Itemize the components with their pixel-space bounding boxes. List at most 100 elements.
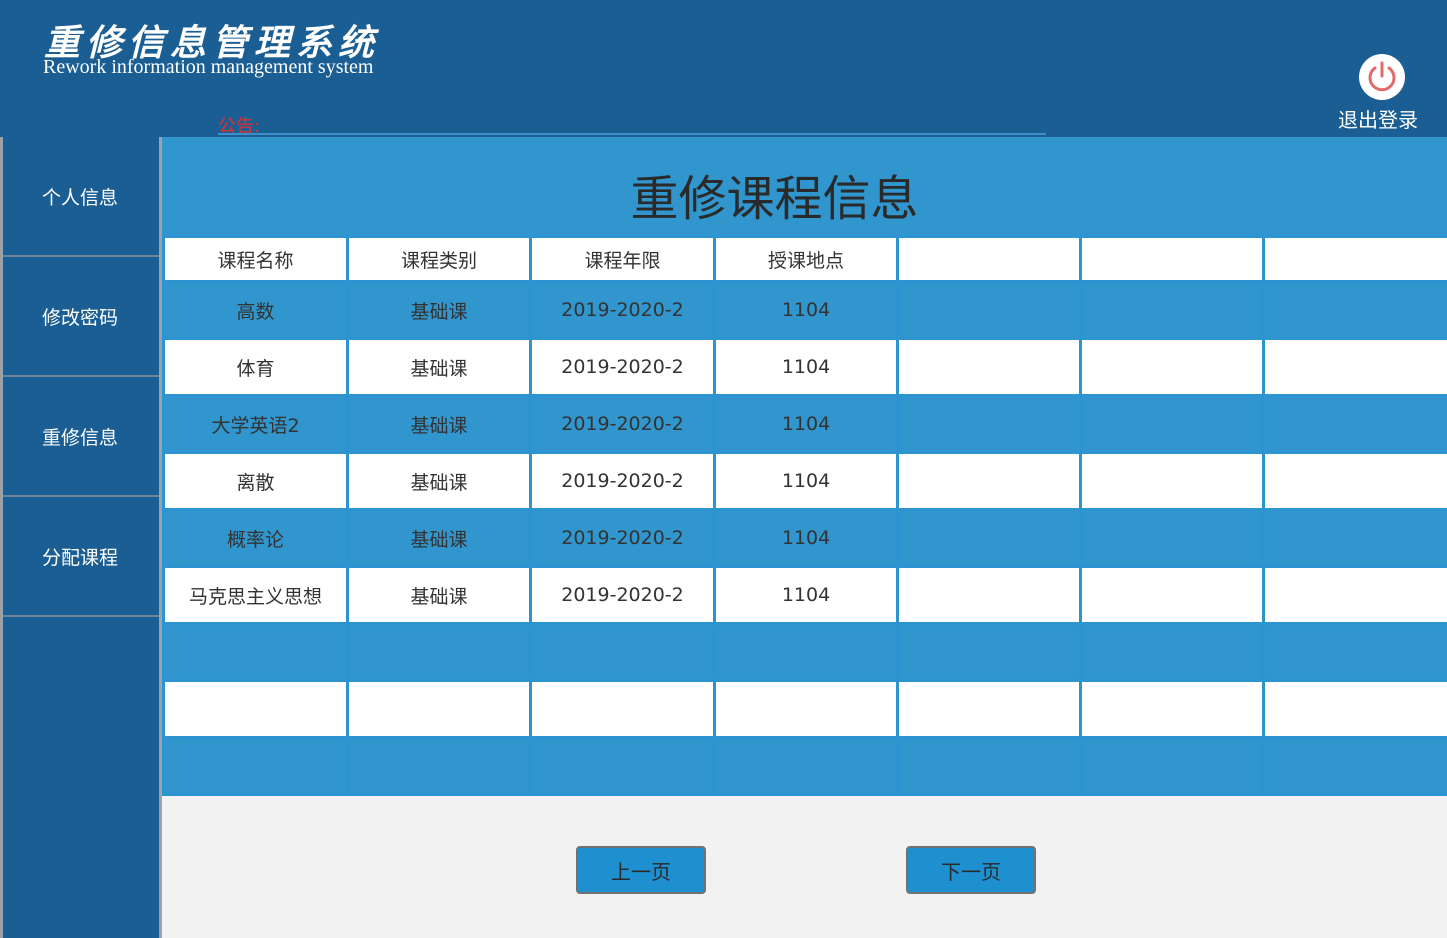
- table-cell: [346, 736, 532, 796]
- prev-page-button[interactable]: 上一页: [576, 846, 706, 894]
- table-cell: [1079, 622, 1265, 682]
- sidebar-item-rework-info[interactable]: 重修信息: [3, 377, 159, 497]
- sidebar-item-personal-info[interactable]: 个人信息: [3, 137, 159, 257]
- column-header: 课程名称: [162, 235, 349, 283]
- title-band: 重修课程信息: [162, 137, 1447, 235]
- logout-button[interactable]: 退出登录: [1334, 52, 1426, 132]
- table-cell: 基础课: [346, 337, 532, 397]
- table-cell: [896, 679, 1082, 739]
- sidebar-item-label: 重修信息: [42, 426, 119, 449]
- next-page-button[interactable]: 下一页: [906, 846, 1036, 894]
- table-cell: 1104: [713, 394, 899, 454]
- sidebar-item-label: 个人信息: [42, 186, 119, 209]
- table-cell: 基础课: [346, 565, 532, 625]
- table-cell: [713, 679, 899, 739]
- table-cell: [1079, 508, 1265, 568]
- table-cell: [896, 451, 1082, 511]
- notice-strip: [218, 133, 1046, 135]
- column-header: [896, 235, 1082, 283]
- table-cell: [1262, 622, 1447, 682]
- table-cell: [1079, 679, 1265, 739]
- table-cell: 基础课: [346, 280, 532, 340]
- column-header: [1079, 235, 1265, 283]
- table-cell: [1079, 736, 1265, 796]
- table-row: 高数 基础课 2019-2020-2 1104: [162, 280, 1447, 340]
- table-cell: 1104: [713, 280, 899, 340]
- table-cell: [1262, 394, 1447, 454]
- table-cell: [162, 736, 349, 796]
- table-row: 体育 基础课 2019-2020-2 1104: [162, 337, 1447, 397]
- logout-label: 退出登录: [1338, 108, 1418, 132]
- table-cell: 大学英语2: [162, 394, 349, 454]
- header: 重修信息管理系统 Rework information management s…: [0, 0, 1447, 139]
- table-cell: [896, 622, 1082, 682]
- column-header: 课程类别: [346, 235, 532, 283]
- table-cell: [162, 622, 349, 682]
- table-cell: [1262, 736, 1447, 796]
- table-row: 马克思主义思想 基础课 2019-2020-2 1104: [162, 565, 1447, 625]
- table-cell: [1262, 337, 1447, 397]
- table-row: 概率论 基础课 2019-2020-2 1104: [162, 508, 1447, 568]
- sidebar-item-assign-courses[interactable]: 分配课程: [3, 497, 159, 617]
- table-cell: [896, 565, 1082, 625]
- page-title: 重修课程信息: [630, 171, 919, 227]
- table-cell: [896, 280, 1082, 340]
- course-table: 课程名称 课程类别 课程年限 授课地点 高数 基础课 2019-2020-2 1…: [162, 235, 1447, 796]
- table-cell: 基础课: [346, 394, 532, 454]
- table-cell: [1079, 280, 1265, 340]
- table-cell: 2019-2020-2: [529, 394, 716, 454]
- sidebar-item-label: 修改密码: [42, 306, 119, 329]
- table-cell: [1079, 337, 1265, 397]
- table-cell: 基础课: [346, 508, 532, 568]
- table-cell: 2019-2020-2: [529, 508, 716, 568]
- table-row: 离散 基础课 2019-2020-2 1104: [162, 451, 1447, 511]
- sidebar-item-label: 分配课程: [42, 546, 119, 569]
- table-header-row: 课程名称 课程类别 课程年限 授课地点: [162, 235, 1447, 283]
- table-cell: 1104: [713, 565, 899, 625]
- column-header: [1262, 235, 1447, 283]
- sidebar-item-change-password[interactable]: 修改密码: [3, 257, 159, 377]
- table-cell: [1079, 394, 1265, 454]
- table-cell: 高数: [162, 280, 349, 340]
- table-cell: 2019-2020-2: [529, 451, 716, 511]
- table-cell: 1104: [713, 451, 899, 511]
- table-row: 大学英语2 基础课 2019-2020-2 1104: [162, 394, 1447, 454]
- table-cell: [529, 679, 716, 739]
- table-cell: [713, 736, 899, 796]
- table-cell: 1104: [713, 508, 899, 568]
- table-cell: 2019-2020-2: [529, 280, 716, 340]
- table-cell: 2019-2020-2: [529, 565, 716, 625]
- table-cell: [346, 622, 532, 682]
- table-cell: [896, 508, 1082, 568]
- table-cell: 离散: [162, 451, 349, 511]
- main-content: 重修课程信息 课程名称 课程类别 课程年限 授课地点 高数 基础课 2019-2…: [162, 137, 1447, 938]
- table-cell: [1262, 565, 1447, 625]
- table-cell: [713, 622, 899, 682]
- table-row: [162, 736, 1447, 796]
- table-cell: 体育: [162, 337, 349, 397]
- power-icon: [1359, 54, 1405, 100]
- column-header: 授课地点: [713, 235, 899, 283]
- table-cell: [1262, 451, 1447, 511]
- table-cell: [529, 622, 716, 682]
- table-cell: 概率论: [162, 508, 349, 568]
- table-cell: [1262, 280, 1447, 340]
- table-row: [162, 679, 1447, 739]
- table-cell: 2019-2020-2: [529, 337, 716, 397]
- table-cell: [1262, 679, 1447, 739]
- table-cell: [1079, 565, 1265, 625]
- table-cell: [1262, 508, 1447, 568]
- table-cell: [162, 679, 349, 739]
- table-row: [162, 622, 1447, 682]
- column-header: 课程年限: [529, 235, 716, 283]
- table-cell: 1104: [713, 337, 899, 397]
- table-cell: [896, 394, 1082, 454]
- table-cell: [896, 736, 1082, 796]
- table-cell: [529, 736, 716, 796]
- table-cell: 马克思主义思想: [162, 565, 349, 625]
- sidebar: 个人信息 修改密码 重修信息 分配课程: [0, 137, 165, 938]
- table-cell: [346, 679, 532, 739]
- table-cell: [896, 337, 1082, 397]
- app-subtitle: Rework information management system: [43, 56, 374, 78]
- table-cell: 基础课: [346, 451, 532, 511]
